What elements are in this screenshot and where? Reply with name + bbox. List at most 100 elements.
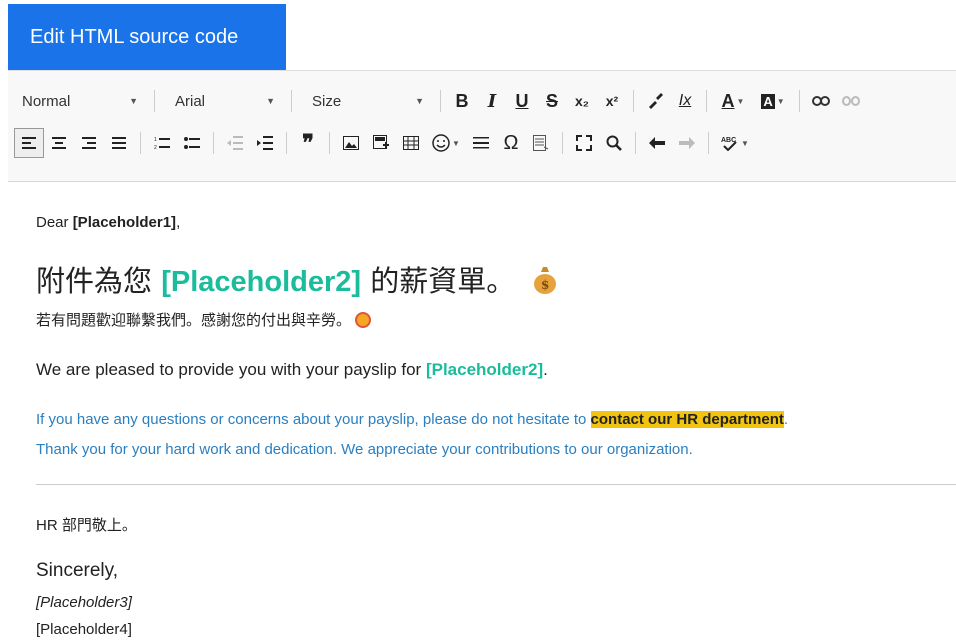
superscript-button[interactable]: x² (597, 86, 627, 116)
undo-icon (649, 137, 665, 149)
indent-button[interactable] (250, 128, 280, 158)
strikethrough-button[interactable]: S (537, 86, 567, 116)
text-color-label: A (721, 90, 735, 111)
redo-button[interactable] (672, 128, 702, 158)
smiley-icon (432, 134, 450, 152)
clear-format-button[interactable]: Ix (670, 86, 700, 116)
chevron-down-icon: ▼ (415, 96, 424, 106)
chevron-down-icon: ▼ (452, 138, 460, 148)
redo-icon (679, 137, 695, 149)
bold-button[interactable]: B (447, 86, 477, 116)
spellcheck-button[interactable]: ABC ▼ (715, 128, 755, 158)
template-icon (373, 135, 389, 149)
special-character-button[interactable]: Ω (496, 128, 526, 158)
questions-line-suffix: . (783, 411, 789, 428)
tab-edit-html-source[interactable]: Edit HTML source code (8, 4, 286, 70)
table-icon (403, 136, 419, 150)
money-bag-icon: $ (533, 267, 556, 294)
subline-text: 若有問題歡迎聯繫我們。感謝您的付出與辛勞。 (36, 312, 352, 329)
page-break-icon (533, 135, 549, 151)
hr-signoff-cn: HR 部門敬上。 (36, 517, 137, 534)
page-break-button[interactable] (526, 128, 556, 158)
insert-template-button[interactable] (366, 128, 396, 158)
chevron-down-icon: ▼ (266, 96, 275, 106)
link-icon (812, 96, 830, 106)
italic-button[interactable]: I (477, 86, 507, 116)
svg-text:1: 1 (154, 137, 157, 143)
text-color-button[interactable]: A ▼ (713, 86, 753, 116)
maximize-icon (576, 135, 592, 151)
background-color-button[interactable]: A ▼ (753, 86, 793, 116)
horizontal-line-button[interactable] (466, 128, 496, 158)
subscript-button[interactable]: x₂ (567, 86, 597, 116)
numbered-list-icon: 12 (154, 137, 170, 150)
divider-line (36, 484, 956, 485)
questions-line: If you have any questions or concerns ab… (36, 411, 788, 428)
bulleted-list-button[interactable] (177, 128, 207, 158)
editor-toolbar: Normal ▼ Arial ▼ Size ▼ B I U S x₂ x² Ix… (8, 70, 956, 182)
toolbar-divider (213, 132, 214, 154)
image-icon (343, 136, 359, 150)
headline-suffix: 的薪資單。 (361, 264, 516, 298)
unlink-icon (842, 96, 860, 106)
placeholder1: [Placeholder1] (72, 214, 177, 231)
horizontal-line-icon (473, 137, 489, 149)
underline-button[interactable]: U (507, 86, 537, 116)
toolbar-divider (329, 132, 330, 154)
unlink-button[interactable] (836, 86, 866, 116)
grinning-face-icon (355, 312, 372, 328)
undo-button[interactable] (642, 128, 672, 158)
toolbar-divider (708, 132, 709, 154)
insert-table-button[interactable] (396, 128, 426, 158)
toolbar-divider (140, 132, 141, 154)
greeting-prefix: Dear (36, 214, 73, 231)
find-button[interactable] (599, 128, 629, 158)
format-select[interactable]: Normal ▼ (8, 87, 148, 115)
toolbar-divider (440, 90, 441, 112)
justify-button[interactable] (104, 128, 134, 158)
size-select[interactable]: Size ▼ (298, 87, 434, 115)
insert-image-button[interactable] (336, 128, 366, 158)
chevron-down-icon: ▼ (736, 96, 745, 106)
greeting-line: Dear [Placeholder1], (36, 214, 180, 231)
align-right-icon (82, 137, 96, 149)
font-select[interactable]: Arial ▼ (161, 87, 285, 115)
headline: 附件為您 [Placeholder2] 的薪資單。 $ (36, 258, 557, 300)
link-button[interactable] (806, 86, 836, 116)
justify-icon (112, 137, 126, 149)
svg-text:2: 2 (154, 145, 157, 150)
toolbar-row-2: 12 ❞ ▼ Ω ABC ▼ (8, 123, 755, 163)
spellcheck-icon: ABC (721, 137, 737, 151)
bulleted-list-icon (184, 137, 200, 149)
toolbar-divider (635, 132, 636, 154)
emoji-button[interactable]: ▼ (426, 128, 466, 158)
align-left-button[interactable] (14, 128, 44, 158)
questions-line-prefix: If you have any questions or concerns ab… (36, 411, 591, 428)
english-line: We are pleased to provide you with your … (36, 360, 548, 380)
toolbar-divider (633, 90, 634, 112)
hr-contact-highlight: contact our HR department (590, 411, 784, 428)
bg-color-label: A (761, 93, 775, 109)
tab-bar: Edit HTML source code (0, 0, 956, 70)
sincerely-text: Sincerely, (36, 560, 119, 581)
search-icon (606, 135, 622, 151)
align-center-button[interactable] (44, 128, 74, 158)
toolbar-divider (286, 132, 287, 154)
outdent-button[interactable] (220, 128, 250, 158)
english-placeholder2: [Placeholder2] (425, 360, 544, 379)
align-center-icon (52, 137, 66, 149)
english-line-suffix: . (543, 360, 548, 379)
headline-prefix: 附件為您 (36, 264, 162, 298)
format-painter-button[interactable] (640, 86, 670, 116)
greeting-suffix: , (176, 214, 181, 231)
thanks-line: Thank you for your hard work and dedicat… (36, 441, 693, 458)
align-right-button[interactable] (74, 128, 104, 158)
placeholder3: [Placeholder3] (36, 594, 132, 611)
indent-icon (257, 136, 273, 150)
chevron-down-icon: ▼ (741, 138, 749, 148)
toolbar-divider (562, 132, 563, 154)
fullscreen-button[interactable] (569, 128, 599, 158)
numbered-list-button[interactable]: 12 (147, 128, 177, 158)
blockquote-button[interactable]: ❞ (293, 128, 323, 158)
placeholder4: [Placeholder4] (36, 621, 132, 638)
